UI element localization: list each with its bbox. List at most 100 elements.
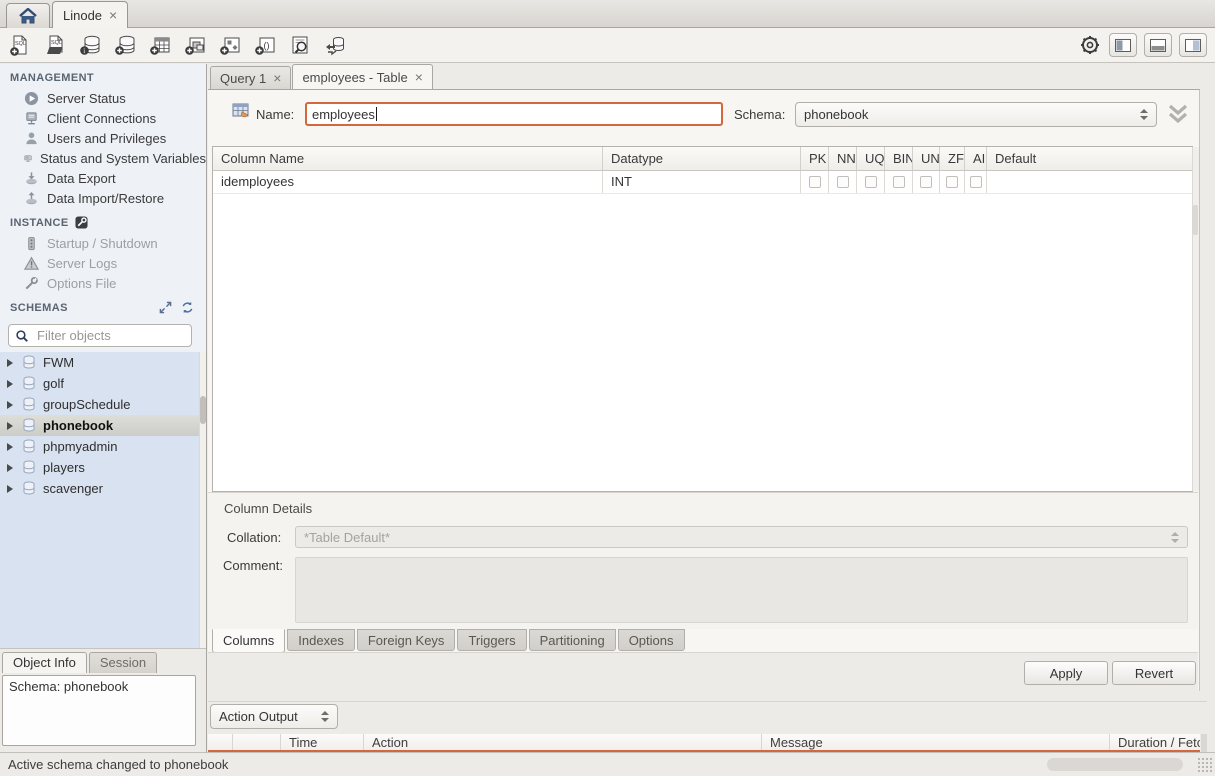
sidebar-item-options-file[interactable]: Options File: [0, 273, 206, 293]
apply-button[interactable]: Apply: [1024, 661, 1108, 685]
output-col-time[interactable]: Time: [281, 734, 364, 750]
pk-checkbox[interactable]: [809, 176, 821, 188]
cell-default[interactable]: [987, 171, 1192, 193]
close-icon[interactable]: ×: [273, 71, 281, 85]
close-icon[interactable]: ×: [109, 8, 117, 22]
output-col-index[interactable]: [233, 734, 281, 750]
create-routine-button[interactable]: [218, 33, 242, 57]
toggle-bottom-panel-button[interactable]: [1144, 33, 1172, 57]
sidebar-item-data-export[interactable]: Data Export: [0, 168, 206, 188]
tab-session[interactable]: Session: [89, 652, 157, 673]
open-sql-script-button[interactable]: SQL: [43, 33, 67, 57]
home-tab[interactable]: [6, 3, 50, 28]
output-selector-dropdown[interactable]: Action Output: [210, 704, 338, 729]
col-header-ai[interactable]: AI: [965, 147, 987, 170]
sidebar-item-users-privileges[interactable]: Users and Privileges: [0, 128, 206, 148]
schema-filter-input[interactable]: [35, 327, 185, 344]
schema-item-scavenger[interactable]: scavenger: [0, 478, 206, 499]
schema-tree-scrollbar[interactable]: [199, 352, 206, 648]
sync-database-button[interactable]: [323, 33, 347, 57]
comment-textarea[interactable]: [295, 557, 1188, 623]
col-header-column-name[interactable]: Column Name: [213, 147, 603, 170]
toggle-left-panel-button[interactable]: [1109, 33, 1137, 57]
administration-icon[interactable]: [1078, 33, 1102, 57]
expander-icon[interactable]: [7, 422, 13, 430]
create-schema-icon: [114, 34, 136, 56]
tab-foreign-keys[interactable]: Foreign Keys: [357, 629, 456, 651]
un-checkbox[interactable]: [920, 176, 932, 188]
zf-checkbox[interactable]: [946, 176, 958, 188]
schema-item-groupSchedule[interactable]: groupSchedule: [0, 394, 206, 415]
create-view-button[interactable]: [183, 33, 207, 57]
col-header-zf[interactable]: ZF: [940, 147, 965, 170]
sidebar-item-startup-shutdown[interactable]: Startup / Shutdown: [0, 233, 206, 253]
schema-dropdown[interactable]: phonebook: [795, 102, 1157, 127]
create-schema-button[interactable]: [113, 33, 137, 57]
tab-indexes[interactable]: Indexes: [287, 629, 355, 651]
schema-filter-box[interactable]: [8, 324, 192, 347]
horizontal-scrollbar-thumb[interactable]: [1047, 758, 1183, 771]
col-header-uq[interactable]: UQ: [857, 147, 885, 170]
expander-icon[interactable]: [7, 359, 13, 367]
expander-icon[interactable]: [7, 443, 13, 451]
col-header-datatype[interactable]: Datatype: [603, 147, 801, 170]
col-header-bin[interactable]: BIN: [885, 147, 913, 170]
tab-partitioning[interactable]: Partitioning: [529, 629, 616, 651]
output-col-status[interactable]: [208, 734, 233, 750]
schema-item-FWM[interactable]: FWM: [0, 352, 206, 373]
expander-icon[interactable]: [7, 464, 13, 472]
table-row[interactable]: idemployees INT: [213, 171, 1192, 194]
col-header-nn[interactable]: NN: [829, 147, 857, 170]
sidebar-item-server-logs[interactable]: Server Logs: [0, 253, 206, 273]
tab-query-1[interactable]: Query 1 ×: [210, 66, 291, 89]
database-info-button[interactable]: i: [78, 33, 102, 57]
output-col-action[interactable]: Action: [364, 734, 762, 750]
col-header-default[interactable]: Default: [987, 147, 1192, 170]
revert-button[interactable]: Revert: [1112, 661, 1196, 685]
grid-scrollbar[interactable]: [1192, 147, 1199, 491]
schema-item-golf[interactable]: golf: [0, 373, 206, 394]
schema-item-phonebook[interactable]: phonebook: [0, 415, 206, 436]
table-name-input[interactable]: employees: [305, 102, 723, 126]
sidebar-item-server-status[interactable]: Server Status: [0, 88, 206, 108]
bin-checkbox[interactable]: [893, 176, 905, 188]
schema-item-phpmyadmin[interactable]: phpmyadmin: [0, 436, 206, 457]
cell-column-name[interactable]: idemployees: [213, 171, 603, 193]
cell-datatype[interactable]: INT: [603, 171, 801, 193]
scrollbar-thumb[interactable]: [200, 396, 206, 424]
collation-dropdown[interactable]: *Table Default*: [295, 526, 1188, 548]
col-header-un[interactable]: UN: [913, 147, 940, 170]
refresh-schemas-icon[interactable]: [181, 301, 194, 314]
expander-icon[interactable]: [7, 485, 13, 493]
schema-item-players[interactable]: players: [0, 457, 206, 478]
create-function-button[interactable]: (): [253, 33, 277, 57]
tab-employees-table[interactable]: employees - Table ×: [292, 64, 432, 89]
toggle-right-panel-button[interactable]: [1179, 33, 1207, 57]
collapse-header-button[interactable]: [1164, 100, 1192, 128]
tab-object-info[interactable]: Object Info: [2, 652, 87, 673]
close-icon[interactable]: ×: [415, 70, 423, 84]
resize-grip-icon[interactable]: [1197, 757, 1213, 773]
col-header-pk[interactable]: PK: [801, 147, 829, 170]
new-sql-tab-button[interactable]: SQL: [8, 33, 32, 57]
uq-checkbox[interactable]: [865, 176, 877, 188]
sidebar-item-client-connections[interactable]: Client Connections: [0, 108, 206, 128]
scrollbar-thumb[interactable]: [1193, 205, 1198, 235]
schema-tree: FWM golf groupSchedule phonebook phpmyad…: [0, 352, 206, 648]
tab-columns[interactable]: Columns: [212, 629, 285, 653]
create-table-button[interactable]: [148, 33, 172, 57]
tab-triggers[interactable]: Triggers: [457, 629, 526, 651]
output-col-message[interactable]: Message: [762, 734, 1110, 750]
expander-icon[interactable]: [7, 380, 13, 388]
search-objects-button[interactable]: [288, 33, 312, 57]
sidebar-item-system-variables[interactable]: Status and System Variables: [0, 148, 206, 168]
connection-tab[interactable]: Linode ×: [52, 1, 128, 28]
ai-checkbox[interactable]: [970, 176, 982, 188]
sidebar-item-data-import[interactable]: Data Import/Restore: [0, 188, 206, 208]
output-scrollbar[interactable]: [1201, 734, 1207, 752]
expander-icon[interactable]: [7, 401, 13, 409]
tab-options[interactable]: Options: [618, 629, 685, 651]
output-col-duration[interactable]: Duration / Fetch: [1110, 734, 1200, 750]
nn-checkbox[interactable]: [837, 176, 849, 188]
expand-panel-icon[interactable]: [159, 301, 172, 314]
